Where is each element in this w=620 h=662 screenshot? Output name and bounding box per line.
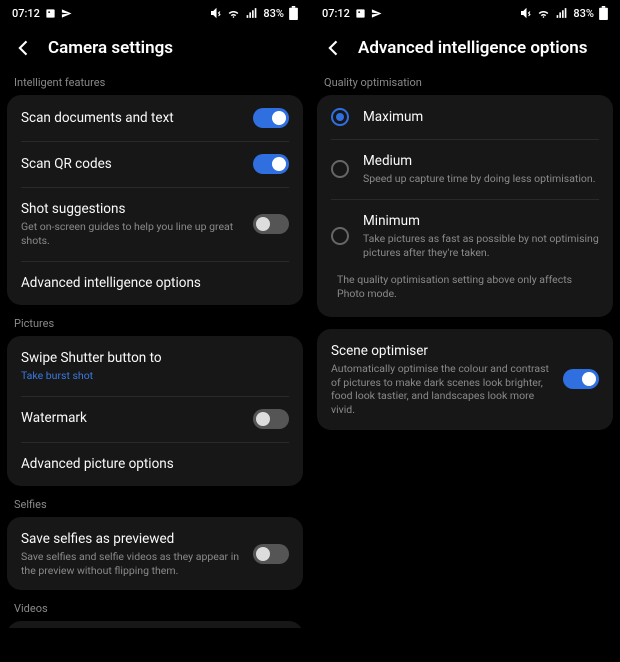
row-advanced-picture[interactable]: Advanced picture options (7, 442, 303, 486)
header: Advanced intelligence options (310, 24, 620, 76)
card-quality: Maximum Medium Speed up capture time by … (317, 95, 613, 317)
section-label-videos: Videos (0, 602, 310, 621)
quality-note: The quality optimisation setting above o… (317, 273, 613, 315)
page-title: Camera settings (48, 38, 173, 58)
card-intelligent: Scan documents and text Scan QR codes Sh… (7, 95, 303, 305)
status-battery: 83% (263, 7, 284, 20)
radio-max[interactable] (331, 108, 349, 126)
status-time: 07:12 (12, 7, 40, 20)
row-swipe-shutter[interactable]: Swipe Shutter button to Take burst shot (7, 336, 303, 396)
phone-left: 07:12 83% Camera settings Intelligent fe… (0, 0, 310, 662)
image-icon (355, 8, 366, 19)
row-quality-max[interactable]: Maximum (317, 95, 613, 139)
toggle-scene-optimiser[interactable] (563, 369, 599, 389)
card-selfies: Save selfies as previewed Save selfies a… (7, 517, 303, 591)
section-label-quality: Quality optimisation (310, 76, 620, 95)
section-label-selfies: Selfies (0, 498, 310, 517)
toggle-scan-qr[interactable] (253, 154, 289, 174)
card-videos: Auto FPS Use for 30 fps and 60 fps video… (7, 621, 303, 628)
wifi-icon (227, 7, 240, 20)
section-label-pictures: Pictures (0, 317, 310, 336)
row-advanced-intelligence[interactable]: Advanced intelligence options (7, 261, 303, 305)
back-icon[interactable] (14, 38, 34, 58)
image-icon (45, 8, 56, 19)
status-bar: 07:12 83% (0, 0, 310, 24)
battery-icon (599, 6, 608, 20)
send-icon (61, 8, 72, 19)
card-pictures: Swipe Shutter button to Take burst shot … (7, 336, 303, 486)
status-bar: 07:12 83% (310, 0, 620, 24)
row-scene-optimiser[interactable]: Scene optimiser Automatically optimise t… (317, 329, 613, 430)
mute-icon (520, 7, 532, 19)
signal-icon (245, 7, 258, 20)
row-scan-qr[interactable]: Scan QR codes (7, 141, 303, 187)
status-battery: 83% (573, 7, 594, 20)
status-time: 07:12 (322, 7, 350, 20)
toggle-watermark[interactable] (253, 409, 289, 429)
row-shot-suggestions[interactable]: Shot suggestions Get on-screen guides to… (7, 187, 303, 261)
row-watermark[interactable]: Watermark (7, 396, 303, 442)
wifi-icon (537, 7, 550, 20)
battery-icon (289, 6, 298, 20)
row-quality-min[interactable]: Minimum Take pictures as fast as possibl… (317, 199, 613, 273)
back-icon[interactable] (324, 38, 344, 58)
radio-min[interactable] (331, 227, 349, 245)
card-scene: Scene optimiser Automatically optimise t… (317, 329, 613, 430)
page-title: Advanced intelligence options (358, 38, 587, 58)
row-save-selfies[interactable]: Save selfies as previewed Save selfies a… (7, 517, 303, 591)
phone-right: 07:12 83% Advanced intelligence options … (310, 0, 620, 662)
toggle-save-selfies[interactable] (253, 544, 289, 564)
mute-icon (210, 7, 222, 19)
send-icon (371, 8, 382, 19)
row-auto-fps[interactable]: Auto FPS Use for 30 fps and 60 fps video… (7, 621, 303, 628)
section-label-intelligent: Intelligent features (0, 76, 310, 95)
toggle-shot-suggestions[interactable] (253, 214, 289, 234)
header: Camera settings (0, 24, 310, 76)
toggle-scan-docs[interactable] (253, 108, 289, 128)
row-quality-med[interactable]: Medium Speed up capture time by doing le… (317, 139, 613, 199)
radio-med[interactable] (331, 160, 349, 178)
signal-icon (555, 7, 568, 20)
row-scan-docs[interactable]: Scan documents and text (7, 95, 303, 141)
